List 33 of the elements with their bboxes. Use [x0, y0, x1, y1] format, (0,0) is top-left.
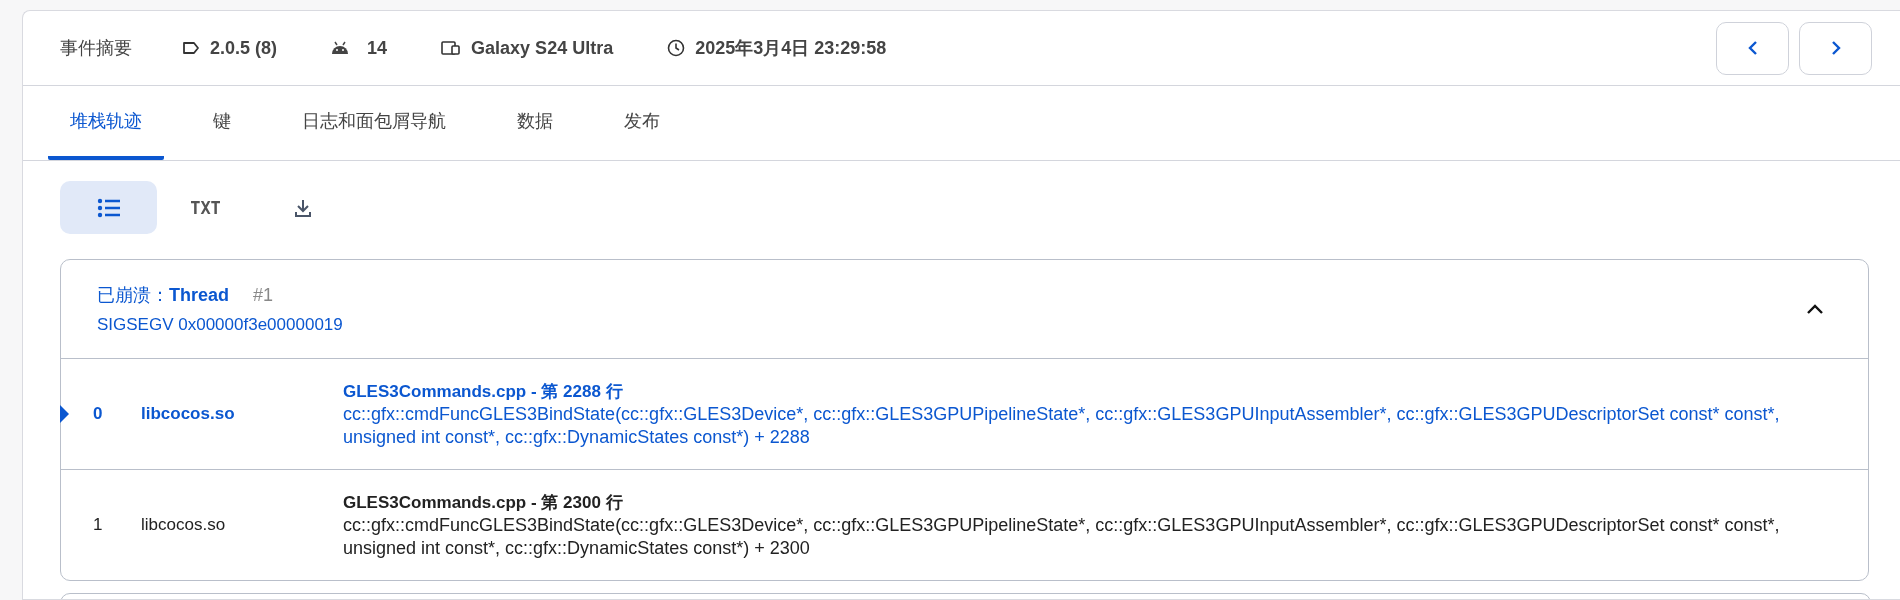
chevron-up-icon [1806, 303, 1824, 315]
device-icon [441, 40, 462, 56]
device-text: Galaxy S24 Ultra [471, 37, 614, 59]
clock-icon [667, 39, 686, 57]
source-location: GLES3Commands.cpp - 第 2288 行 [343, 380, 624, 403]
os-version-text: 14 [367, 37, 388, 59]
timestamp-text: 2025年3月4日 23:29:58 [695, 37, 887, 60]
text-view-button[interactable]: TXT [157, 181, 254, 234]
tab[interactable]: 数据 [495, 86, 575, 160]
thread-number: #1 [253, 285, 274, 306]
list-view-button[interactable] [60, 181, 157, 234]
frame-index: 1 [93, 515, 104, 535]
function-signature: cc::gfx::cmdFuncGLES3BindState(cc::gfx::GLES3Device*, cc::gfx::GLES3GPUPipelineState*, cc::gfx::GLES3GPUInputAssembler*, cc::gfx::GLES3GPUDescriptorSet const* const*, unsigned int const*, cc::gfx::DynamicStates const*) + 2288 [343, 402, 1781, 449]
source-location: GLES3Commands.cpp - 第 2300 行 [343, 491, 624, 514]
android-icon [331, 40, 350, 56]
tab[interactable]: 键 [191, 86, 253, 160]
chevron-right-icon [1829, 40, 1842, 56]
library-name: libcocos.so [141, 404, 236, 424]
list-icon [96, 197, 121, 218]
tab[interactable]: 堆栈轨迹 [48, 86, 164, 160]
tab[interactable]: 日志和面包屑导航 [280, 86, 468, 160]
function-signature: cc::gfx::cmdFuncGLES3BindState(cc::gfx::GLES3Device*, cc::gfx::GLES3GPUPipelineState*, cc::gfx::GLES3GPUInputAssembler*, cc::gfx::GLES3GPUDescriptorSet const* const*, unsigned int const*, cc::gfx::DynamicStates const*) + 2300 [343, 513, 1781, 560]
tag-icon [182, 41, 200, 55]
signal-text: SIGSEGV 0x00000f3e00000019 [97, 315, 343, 335]
library-name: libcocos.so [141, 515, 227, 535]
summary-title: 事件摘要 [60, 37, 132, 60]
tab[interactable]: 发布 [602, 86, 682, 160]
thread-title: 已崩溃：Thread [97, 284, 229, 307]
download-icon [292, 197, 313, 218]
chevron-left-icon [1746, 40, 1759, 56]
version-text: 2.0.5 (8) [210, 37, 278, 59]
selected-marker-icon [60, 405, 69, 423]
frame-index: 0 [93, 404, 104, 424]
